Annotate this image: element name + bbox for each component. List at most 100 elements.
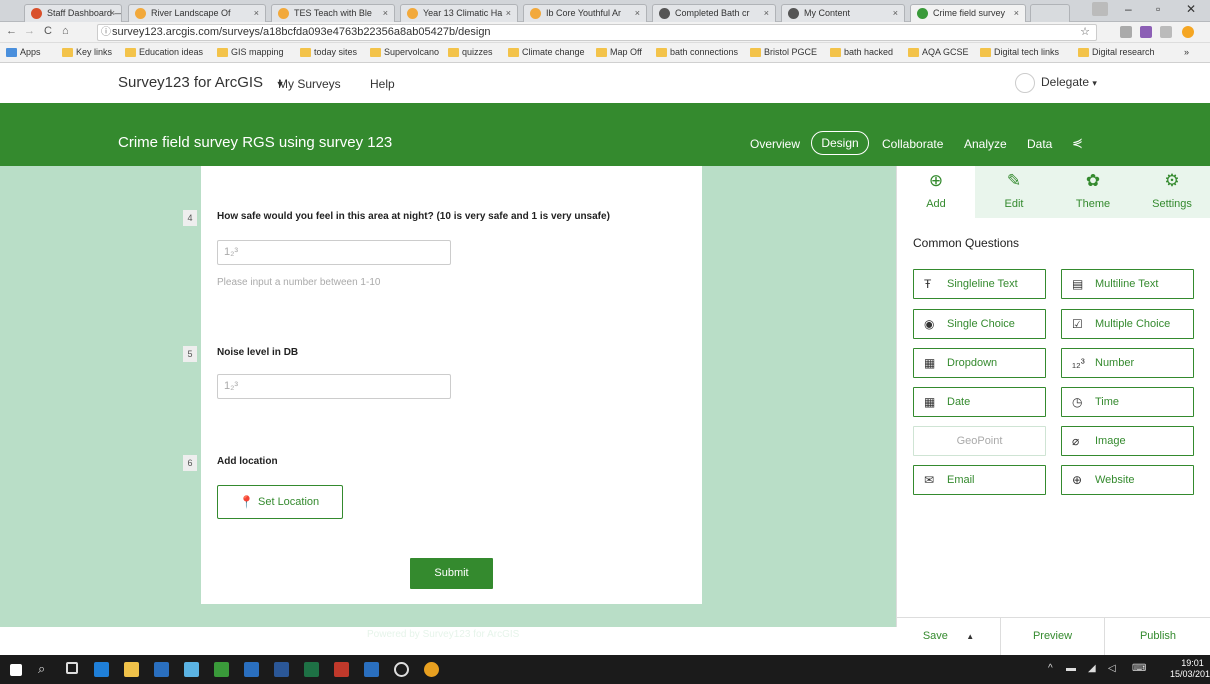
close-icon[interactable]: × xyxy=(506,5,511,21)
system-clock[interactable]: 19:0115/03/2017 xyxy=(1170,658,1210,680)
bookmark-folder[interactable]: Climate change xyxy=(508,47,585,57)
tab-theme[interactable]: ✿ Theme xyxy=(1053,166,1133,218)
add-multiple-choice-button[interactable]: ☑ Multiple Choice xyxy=(1061,309,1194,339)
new-tab-button[interactable] xyxy=(1030,4,1070,22)
close-icon[interactable]: × xyxy=(1014,5,1019,21)
task-view-icon[interactable] xyxy=(66,662,78,674)
browser-tab[interactable]: Completed Bath cr × xyxy=(652,4,776,22)
chrome-icon[interactable] xyxy=(424,662,439,677)
add-number-button[interactable]: ₁₂³ Number xyxy=(1061,348,1194,378)
close-icon[interactable]: × xyxy=(110,5,115,21)
add-image-button[interactable]: ⌀ Image xyxy=(1061,426,1194,456)
word-icon[interactable] xyxy=(274,662,289,677)
app-title[interactable]: Survey123 for ArcGIS ▼ xyxy=(118,74,285,91)
preview-button[interactable]: Preview xyxy=(1001,618,1105,655)
volume-icon[interactable]: ◁ xyxy=(1108,663,1116,674)
close-icon[interactable]: × xyxy=(893,5,898,21)
bookmark-folder[interactable]: Digital tech links xyxy=(980,47,1059,57)
question-label[interactable]: How safe would you feel in this area at … xyxy=(217,211,610,222)
save-button[interactable]: Save ▲ xyxy=(897,618,1001,655)
close-icon[interactable]: × xyxy=(635,5,640,21)
keyboard-icon[interactable]: ⌨ xyxy=(1132,663,1146,674)
tab-data[interactable]: Data xyxy=(1027,137,1052,151)
bookmark-folder[interactable]: Key links xyxy=(62,47,112,57)
add-time-button[interactable]: ◷ Time xyxy=(1061,387,1194,417)
browser-tab[interactable]: Staff Dashboard — × xyxy=(24,4,122,22)
bookmark-folder[interactable]: Bristol PGCE xyxy=(750,47,817,57)
sims-icon[interactable] xyxy=(364,662,379,677)
windows-start-icon[interactable] xyxy=(10,664,22,676)
my-surveys-link[interactable]: My Surveys xyxy=(278,77,341,91)
question-label[interactable]: Add location xyxy=(217,456,278,467)
sims-icon[interactable] xyxy=(154,662,169,677)
add-date-button[interactable]: ▦ Date xyxy=(913,387,1046,417)
close-icon[interactable]: × xyxy=(254,5,259,21)
tab-overview[interactable]: Overview xyxy=(750,137,800,151)
acrobat-icon[interactable] xyxy=(334,662,349,677)
maximize-icon[interactable]: ▫ xyxy=(1156,2,1160,16)
extension-icon[interactable] xyxy=(1160,26,1172,38)
caret-up-icon[interactable]: ▲ xyxy=(966,632,974,641)
set-location-button[interactable]: 📍 Set Location xyxy=(217,485,343,519)
battery-icon[interactable]: ▬ xyxy=(1066,663,1076,674)
chevron-up-icon[interactable]: ^ xyxy=(1048,663,1053,674)
app-icon[interactable] xyxy=(214,662,229,677)
submit-button[interactable]: Submit xyxy=(410,558,493,589)
back-icon[interactable]: ← xyxy=(6,25,17,37)
add-singleline-text-button[interactable]: Ŧ Singleline Text xyxy=(913,269,1046,299)
extension-icon[interactable] xyxy=(1140,26,1152,38)
add-website-button[interactable]: ⊕ Website xyxy=(1061,465,1194,495)
edge-icon[interactable] xyxy=(94,662,109,677)
add-dropdown-button[interactable]: ▦ Dropdown xyxy=(913,348,1046,378)
window-close-icon[interactable]: ✕ xyxy=(1186,2,1196,16)
bookmark-folder[interactable]: quizzes xyxy=(448,47,493,57)
url-input[interactable]: ⓘ survey123.arcgis.com/surveys/a18bcfda09… xyxy=(97,24,1097,41)
add-email-button[interactable]: ✉ Email xyxy=(913,465,1046,495)
browser-tab[interactable]: My Content × xyxy=(781,4,905,22)
outlook-icon[interactable] xyxy=(244,662,259,677)
bookmark-folder[interactable]: Supervolcano xyxy=(370,47,439,57)
file-explorer-icon[interactable] xyxy=(124,662,139,677)
add-single-choice-button[interactable]: ◉ Single Choice xyxy=(913,309,1046,339)
tab-settings[interactable]: ⚙ Settings xyxy=(1133,166,1210,218)
add-multiline-text-button[interactable]: ▤ Multiline Text xyxy=(1061,269,1194,299)
extension-icon[interactable] xyxy=(1182,26,1194,38)
excel-icon[interactable] xyxy=(304,662,319,677)
close-icon[interactable]: × xyxy=(383,5,388,21)
bookmark-folder[interactable]: bath hacked xyxy=(830,47,893,57)
browser-tab[interactable]: Ib Core Youthful Ar × xyxy=(523,4,647,22)
bookmark-folder[interactable]: Map Off xyxy=(596,47,642,57)
extension-icon[interactable] xyxy=(1120,26,1132,38)
user-menu[interactable]: Delegate ▾ xyxy=(1015,73,1097,93)
share-icon[interactable]: ⋞ xyxy=(1072,135,1083,151)
forward-icon[interactable]: → xyxy=(24,25,35,37)
bookmarks-overflow-button[interactable]: » xyxy=(1184,47,1189,57)
browser-tab[interactable]: TES Teach with Ble × xyxy=(271,4,395,22)
bookmark-folder[interactable]: Education ideas xyxy=(125,47,203,57)
bookmark-folder[interactable]: bath connections xyxy=(656,47,738,57)
home-icon[interactable]: ⌂ xyxy=(62,25,69,37)
browser-tab[interactable]: Year 13 Climatic Ha × xyxy=(400,4,518,22)
bookmark-apps[interactable]: Apps xyxy=(6,47,41,57)
number-input[interactable]: 1₂³ xyxy=(217,374,451,399)
tab-add[interactable]: ⊕ Add xyxy=(897,166,975,218)
profile-icon[interactable] xyxy=(1092,2,1108,16)
help-link[interactable]: Help xyxy=(370,77,395,91)
tab-collaborate[interactable]: Collaborate xyxy=(882,137,943,151)
search-icon[interactable]: ⌕ xyxy=(38,661,45,677)
browser-tab[interactable]: River Landscape Of × xyxy=(128,4,266,22)
tab-analyze[interactable]: Analyze xyxy=(964,137,1007,151)
media-icon[interactable] xyxy=(394,662,409,677)
publish-button[interactable]: Publish xyxy=(1105,618,1210,655)
app-icon[interactable] xyxy=(184,662,199,677)
bookmark-star-icon[interactable]: ☆ xyxy=(1080,25,1090,40)
browser-tab-active[interactable]: Crime field survey × xyxy=(910,4,1026,23)
minimize-icon[interactable]: – xyxy=(1125,2,1132,16)
bookmark-folder[interactable]: today sites xyxy=(300,47,357,57)
close-icon[interactable]: × xyxy=(764,5,769,21)
reload-icon[interactable]: C xyxy=(44,25,52,37)
bookmark-folder[interactable]: AQA GCSE xyxy=(908,47,969,57)
number-input[interactable]: 1₂³ xyxy=(217,240,451,265)
network-icon[interactable]: ◢ xyxy=(1088,663,1096,674)
tab-design[interactable]: Design xyxy=(811,131,869,155)
